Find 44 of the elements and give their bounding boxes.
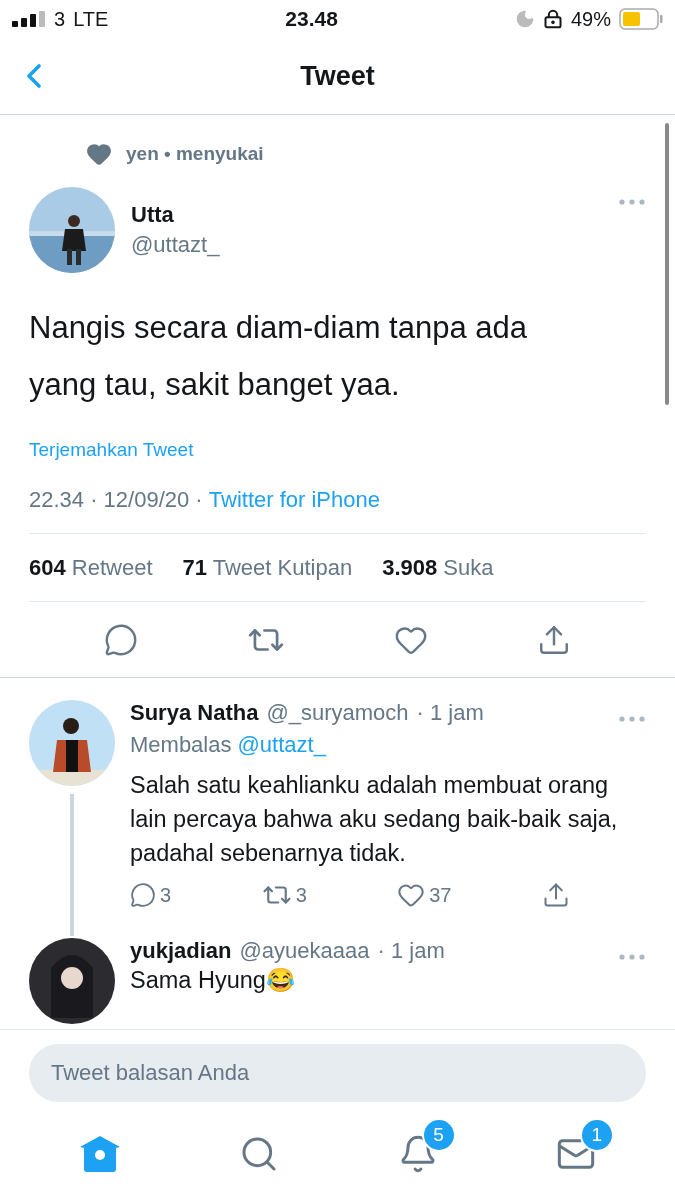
mention-link[interactable]: @uttazt_ [237,732,326,758]
reply-author-handle: @ayuekaaaa [239,938,370,964]
stat-text[interactable]: 71 Tweet Kutipan [182,554,353,581]
carrier-text: 3 [54,7,66,31]
reply-time: · 1 jam [416,700,484,726]
translate-link[interactable]: Terjemahkan Tweet [29,439,194,460]
share-icon [542,881,570,909]
page-title: Tweet [300,60,375,92]
like-button[interactable]: 37 [397,880,452,910]
network-text: LTE [73,7,109,31]
status-time: 23.48 [285,7,338,31]
battery-icon [619,8,663,30]
reply-author-handle: @_suryamoch [266,700,409,726]
retweet-button[interactable]: 3 [261,880,307,910]
stat-text[interactable]: 3.908 Suka [382,554,494,581]
signal-icon [12,11,46,27]
reply-author-name: yukjadian [130,938,232,964]
more-icon [619,954,645,960]
speech-bubble-icon [104,622,139,657]
reply-button[interactable]: 3 [130,880,172,910]
home-icon [79,1135,122,1173]
reply-button[interactable] [104,622,139,657]
timestamp-text: 22.34 · 12/09/20 · [29,487,204,513]
more-icon [619,716,645,722]
more-icon [619,199,645,205]
stat-text[interactable]: 604 Retweet [29,554,153,581]
home-tab[interactable] [79,1135,122,1173]
reply-time: · 1 jam [377,938,445,964]
battery-text: 49% [570,7,611,31]
tweet-text: Nangis secara diam-diam tanpa ada yang tau, sakit banget yaa. [29,309,528,404]
liked-by-text: yen • menyukai [126,143,264,165]
reply-author-name: Surya Natha [130,700,259,726]
moon-icon [514,9,535,29]
notification-badge: 5 [421,1118,456,1152]
replying-label: Membalas [130,732,232,758]
source-link[interactable]: Twitter for iPhone [208,487,380,513]
reply-text: Sama Hyung😂 [130,966,296,994]
author-name: Utta [131,202,175,228]
reply-input-field[interactable]: Tweet balasan Anda [29,1044,646,1102]
heart-icon [86,141,112,167]
notification-badge: 1 [579,1118,614,1152]
speech-bubble-icon [130,882,156,908]
reply-text: Salah satu keahlianku adalah membuat orang lain percaya bahwa aku sedang baik-baik saja, padahal sebenarnya tidak. [130,771,619,868]
author-handle: @uttazt_ [131,232,221,258]
